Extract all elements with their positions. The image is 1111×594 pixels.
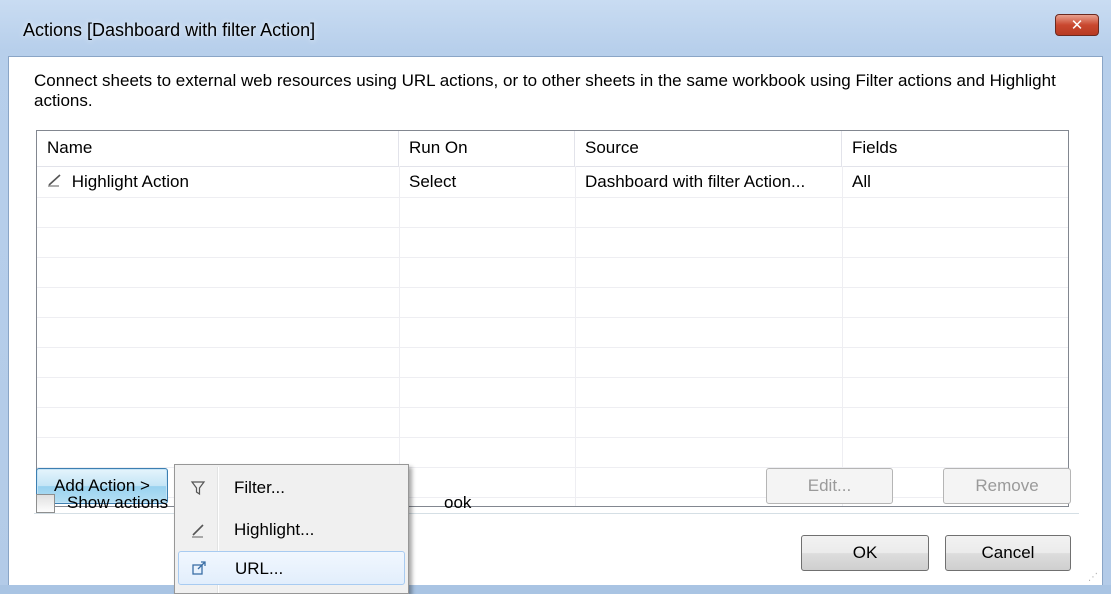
filter-funnel-icon <box>188 471 208 509</box>
column-header-source[interactable]: Source <box>575 131 842 166</box>
dialog-title: Actions [Dashboard with filter Action] <box>23 20 316 40</box>
column-divider <box>575 166 576 506</box>
column-header-run-on[interactable]: Run On <box>399 131 575 166</box>
column-divider <box>399 166 400 506</box>
row-divider <box>37 257 1068 258</box>
show-actions-checkbox[interactable] <box>36 494 55 513</box>
menu-item-url[interactable]: URL... <box>178 551 405 585</box>
row-divider <box>37 437 1068 438</box>
menu-item-filter[interactable]: Filter... <box>178 471 405 505</box>
cell-fields: All <box>852 172 871 191</box>
add-action-menu: Filter... Highlight... URL... <box>174 464 409 594</box>
cancel-button[interactable]: Cancel <box>945 535 1071 571</box>
close-icon: ✕ <box>1070 17 1084 34</box>
table-header: Name Run On Source Fields <box>37 131 1068 167</box>
row-divider <box>37 287 1068 288</box>
cell-source: Dashboard with filter Action... <box>585 172 806 191</box>
edit-button[interactable]: Edit... <box>766 468 893 504</box>
row-divider <box>37 347 1068 348</box>
resize-grip[interactable]: ⋰ <box>1088 572 1098 583</box>
column-header-name[interactable]: Name <box>37 131 399 166</box>
row-divider <box>37 197 1068 198</box>
highlight-pencil-icon <box>47 168 67 198</box>
show-actions-label-tail: ook <box>444 493 472 512</box>
highlight-pencil-icon <box>188 513 208 551</box>
title-bar[interactable]: Actions [Dashboard with filter Action] ✕ <box>0 0 1111 62</box>
cell-run-on: Select <box>409 172 457 191</box>
show-actions-label: Show actions <box>67 493 169 512</box>
dialog-body: Connect sheets to external web resources… <box>8 56 1103 585</box>
cell-name: Highlight Action <box>37 167 189 197</box>
action-name: Highlight Action <box>71 172 189 191</box>
row-divider <box>37 317 1068 318</box>
menu-item-label: URL... <box>235 559 284 578</box>
actions-table[interactable]: Name Run On Source Fields Highlight Acti… <box>36 130 1069 507</box>
url-link-icon <box>189 552 209 589</box>
menu-item-highlight[interactable]: Highlight... <box>178 513 405 547</box>
actions-dialog: Actions [Dashboard with filter Action] ✕… <box>0 0 1111 594</box>
row-divider <box>37 377 1068 378</box>
table-row[interactable]: Highlight Action Select Dashboard with f… <box>37 167 1068 197</box>
remove-button[interactable]: Remove <box>943 468 1071 504</box>
row-divider <box>37 407 1068 408</box>
menu-item-label: Highlight... <box>234 520 315 539</box>
column-header-fields[interactable]: Fields <box>842 131 1068 166</box>
ok-button[interactable]: OK <box>801 535 929 571</box>
dialog-description: Connect sheets to external web resources… <box>34 71 1056 110</box>
menu-item-label: Filter... <box>234 478 286 497</box>
close-button[interactable]: ✕ <box>1055 14 1099 36</box>
column-divider <box>842 166 843 506</box>
row-divider <box>37 227 1068 228</box>
